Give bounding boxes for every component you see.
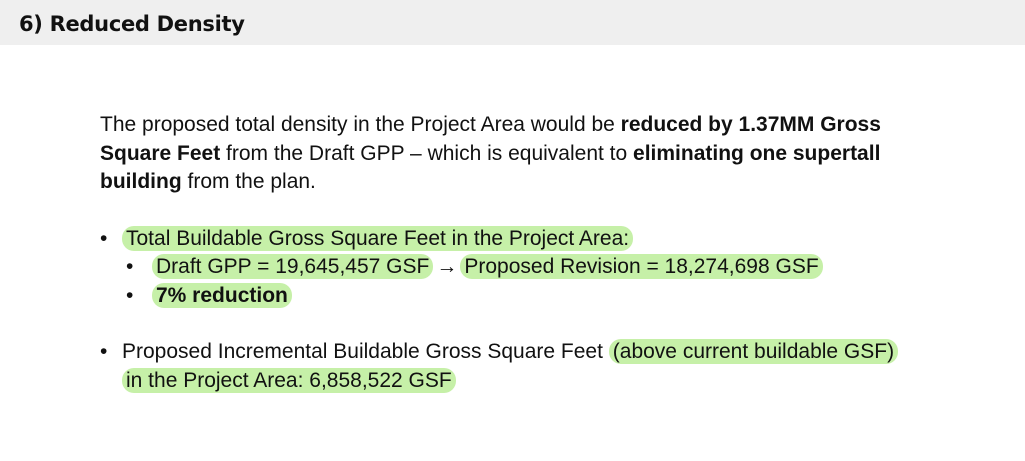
sub-item-gsf-comparison: • Draft GPP = 19,645,457 GSF → Proposed Re… [122,253,882,282]
total-gsf-label: Total Buildable Gross Square Feet in the… [122,225,634,251]
sub-bullet-icon: • [126,255,134,278]
sub-bullet-list: • Draft GPP = 19,645,457 GSF → Proposed Re… [122,253,900,310]
bullet-icon: • [100,226,108,250]
bullet-icon: • [100,340,108,363]
sub-item-reduction: • 7% reduction [122,282,882,311]
bullet-list-2: • Proposed Incremental Buildable Gross S… [100,338,900,395]
reduction-percent: 7% reduction [152,282,292,308]
intro-paragraph: The proposed total density in the Projec… [100,111,900,197]
intro-text-3: from the plan. [181,170,316,193]
bullet-item-total-gsf: • Total Buildable Gross Square Feet in t… [100,225,900,311]
slide-body: The proposed total density in the Projec… [100,111,900,395]
intro-text-2: from the Draft GPP – which is equivalent… [220,141,634,165]
proposed-revision-value: Proposed Revision = 18,274,698 GSF [460,254,823,279]
bullet-list-1: • Total Buildable Gross Square Feet in t… [100,225,900,311]
section-header: 6) Reduced Density [0,0,1025,45]
section-title: 6) Reduced Density [19,12,245,36]
incremental-gsf-label: Proposed Incremental Buildable Gross Squ… [122,340,603,363]
arrow-right-icon: → [436,255,458,278]
bullet-item-incremental-gsf: • Proposed Incremental Buildable Gross S… [100,338,900,395]
intro-text-1: The proposed total density in the Projec… [100,113,621,136]
sub-bullet-icon: • [126,283,134,307]
draft-gpp-value: Draft GPP = 19,645,457 GSF [152,254,434,279]
